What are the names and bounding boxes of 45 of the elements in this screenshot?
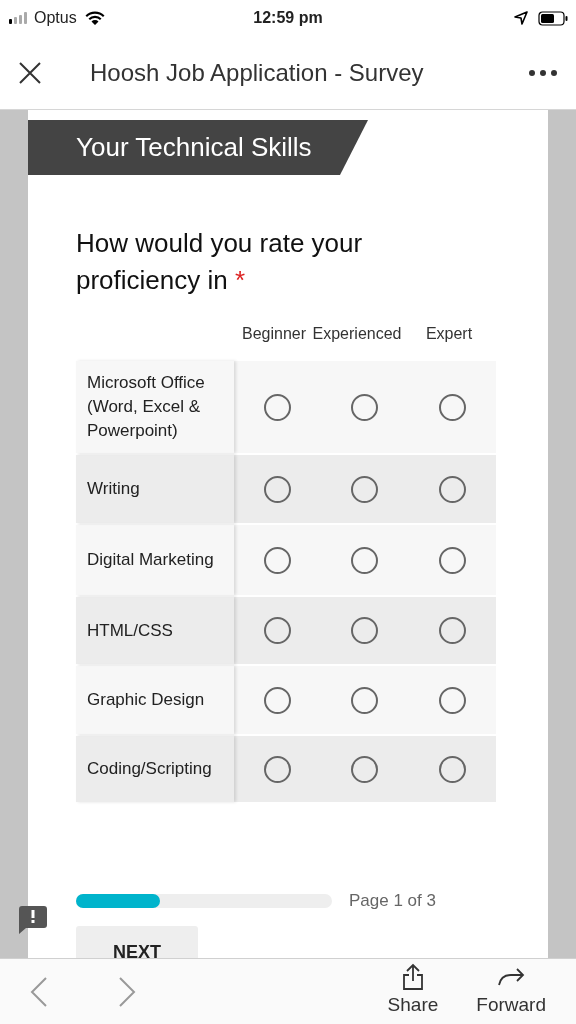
row-label: Writing bbox=[87, 478, 140, 500]
radio-button[interactable] bbox=[438, 617, 466, 644]
share-icon bbox=[401, 963, 424, 992]
page-indicator: Page 1 of 3 bbox=[349, 890, 436, 912]
forward-chevron-icon[interactable] bbox=[118, 975, 136, 1008]
page-title: Hoosh Job Application - Survey bbox=[90, 57, 424, 88]
radio-button[interactable] bbox=[438, 546, 466, 574]
battery-icon bbox=[538, 10, 568, 26]
more-icon[interactable] bbox=[528, 68, 558, 77]
radio-button[interactable] bbox=[264, 546, 292, 574]
radio-button[interactable] bbox=[438, 475, 466, 503]
radio-button[interactable] bbox=[264, 686, 292, 714]
next-button[interactable]: NEXT bbox=[76, 925, 198, 958]
radio-button[interactable] bbox=[351, 546, 379, 574]
radio-button[interactable] bbox=[264, 755, 292, 783]
row-label: Coding/Scripting bbox=[87, 758, 212, 780]
section-banner: Your Technical Skills bbox=[28, 120, 368, 175]
radio-button[interactable] bbox=[351, 393, 379, 421]
location-arrow-icon bbox=[514, 11, 528, 25]
status-time: 12:59 pm bbox=[253, 8, 323, 28]
radio-button[interactable] bbox=[438, 686, 466, 714]
radio-button[interactable] bbox=[351, 755, 379, 783]
radio-button[interactable] bbox=[351, 686, 379, 714]
row-label: Digital Marketing bbox=[87, 549, 214, 571]
column-header: Beginner bbox=[241, 324, 306, 344]
row-label: Graphic Design bbox=[87, 689, 205, 711]
radio-button[interactable] bbox=[264, 393, 292, 421]
row-label: HTML/CSS bbox=[87, 619, 173, 642]
radio-button[interactable] bbox=[264, 617, 292, 644]
radio-button[interactable] bbox=[264, 475, 292, 503]
share-button[interactable]: Share bbox=[387, 963, 439, 1020]
radio-button[interactable] bbox=[351, 475, 379, 503]
question-text: How would you rate your proficiency in * bbox=[76, 227, 364, 297]
feedback-icon[interactable] bbox=[19, 906, 47, 934]
column-header: Expert bbox=[425, 324, 473, 344]
radio-button[interactable] bbox=[438, 393, 466, 421]
row-label: Microsoft Office (Word, Excel & Powerpoint) bbox=[87, 372, 206, 442]
back-icon[interactable] bbox=[30, 975, 48, 1008]
radio-button[interactable] bbox=[351, 617, 379, 644]
carrier-name: Optus bbox=[34, 8, 77, 28]
wifi-icon bbox=[84, 10, 105, 26]
close-icon[interactable] bbox=[18, 60, 42, 85]
forward-button[interactable]: Forward bbox=[476, 963, 546, 1020]
radio-button[interactable] bbox=[438, 755, 466, 783]
column-header: Experienced bbox=[312, 324, 402, 344]
